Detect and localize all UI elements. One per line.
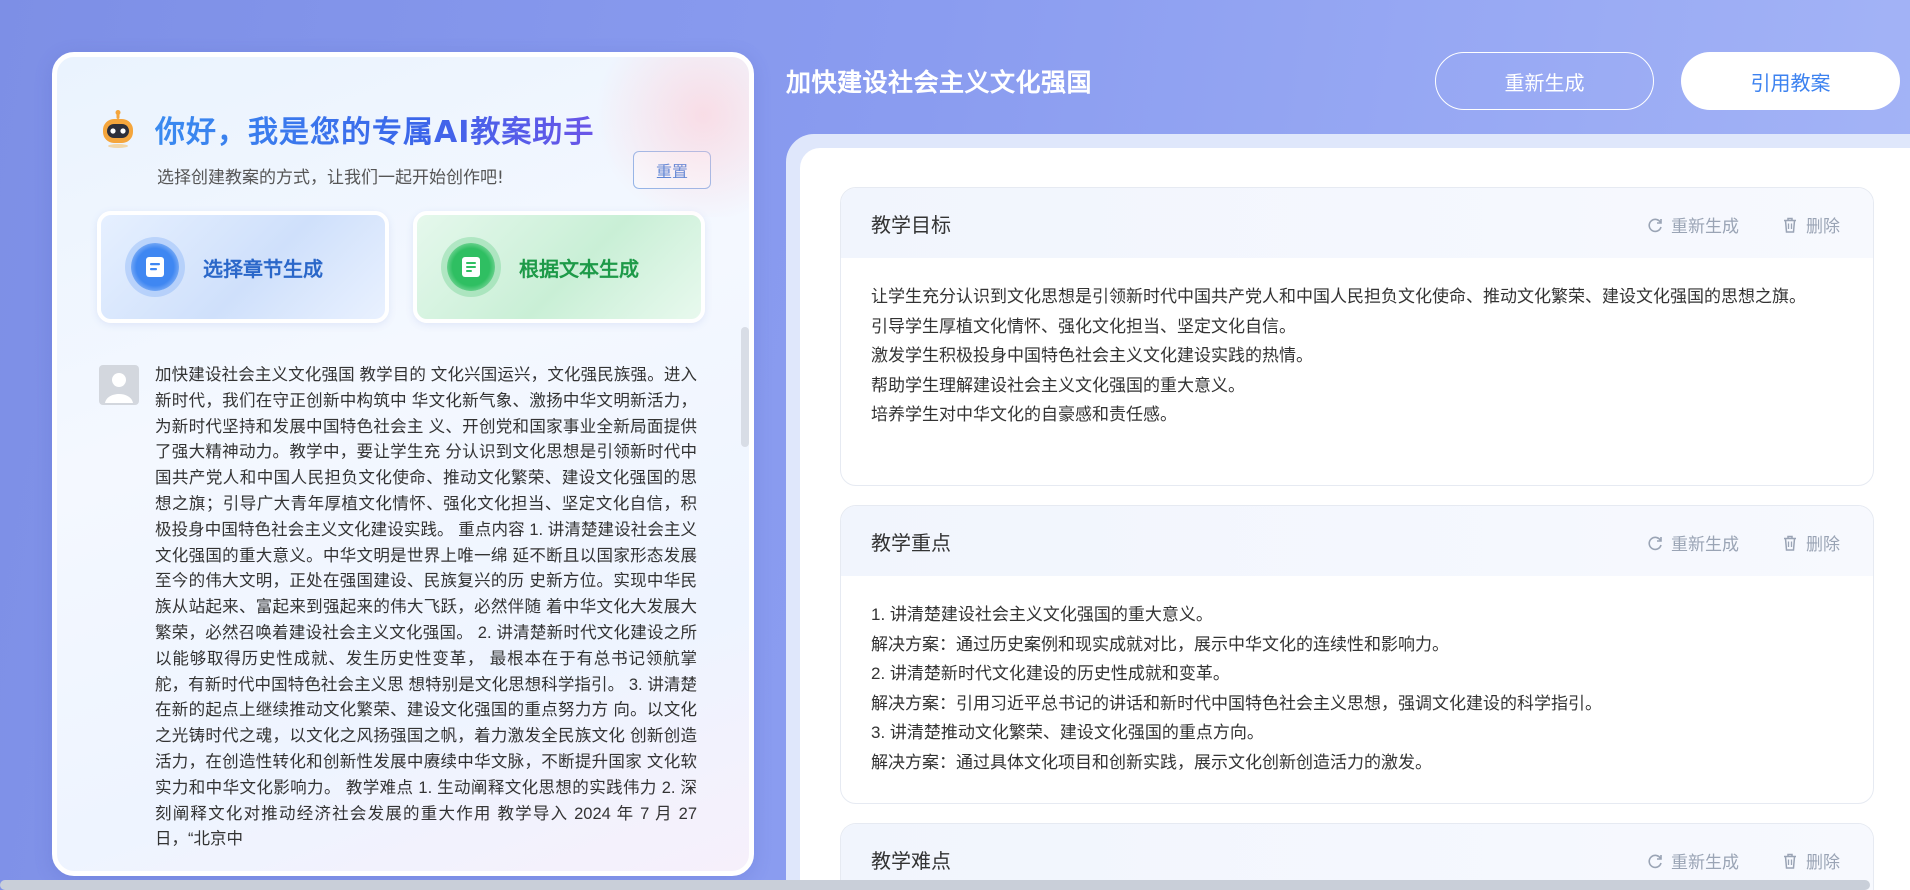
- section-line: 帮助学生理解建设社会主义文化强国的重大意义。: [871, 375, 1245, 395]
- trash-icon: [1784, 217, 1796, 233]
- section-delete-label: 删除: [1806, 217, 1840, 237]
- section-regenerate-label: 重新生成: [1671, 853, 1739, 873]
- section-line: 3. 讲清楚推动文化繁荣、建设文化强国的重点方向。: [871, 723, 1264, 742]
- document-title: 加快建设社会主义文化强国: [786, 68, 1093, 97]
- section-regenerate-label: 重新生成: [1671, 535, 1739, 555]
- section-line: 1. 讲清楚建设社会主义文化强国的重大意义。: [871, 605, 1213, 624]
- section-line: 激发学生积极投身中国特色社会主义文化建设实践的热情。: [871, 346, 1313, 365]
- section-line: 培养学生对中华文化的自豪感和责任感。: [871, 405, 1177, 424]
- refresh-icon: [1648, 218, 1662, 232]
- greeting-subtitle: 选择创建教案的方式，让我们一起开始创作吧!: [157, 168, 504, 188]
- section-body: 1. 讲清楚建设社会主义文化强国的重大意义。 解决方案：通过历史案例和现实成就对…: [841, 576, 1873, 787]
- text-generate-label: 根据文本生成: [519, 256, 639, 281]
- section-regenerate-button[interactable]: 重新生成: [1646, 848, 1739, 873]
- section-teaching-focus: 教学重点 重新生成 删除 1. 讲清楚建设社会主义文化强国的重大意义。 解决方案…: [840, 505, 1874, 804]
- section-body: 让学生充分认识到文化思想是引领新时代中国共产党人和中国人民担负文化使命、推动文化…: [841, 258, 1873, 440]
- section-line: 解决方案：通过具体文化项目和创新实践，展示文化创新创造活力的激发。: [871, 752, 1432, 772]
- horizontal-scrollbar[interactable]: [0, 880, 1870, 890]
- quote-lesson-plan-button[interactable]: 引用教案: [1681, 52, 1900, 110]
- chapter-generate-card[interactable]: 选择章节生成: [97, 211, 389, 323]
- section-regenerate-button[interactable]: 重新生成: [1646, 530, 1739, 555]
- left-scrollbar[interactable]: [741, 327, 749, 447]
- section-delete-button[interactable]: 删除: [1781, 530, 1840, 555]
- section-line: 解决方案：通过历史案例和现实成就对比，展示中华文化的连续性和影响力。: [871, 634, 1449, 654]
- section-title: 教学重点: [871, 530, 951, 555]
- reset-button[interactable]: 重置: [633, 151, 711, 189]
- section-regenerate-button[interactable]: 重新生成: [1646, 212, 1739, 237]
- section-header: 教学重点 重新生成 删除: [841, 506, 1873, 576]
- section-line: 引导学生厚植文化情怀、强化文化担当、坚定文化自信。: [871, 316, 1296, 336]
- document-icon: [131, 243, 179, 291]
- trash-icon: [1784, 535, 1796, 551]
- section-delete-button[interactable]: 删除: [1781, 212, 1840, 237]
- assistant-panel: 你好，我是您的专属AI教案助手 选择创建教案的方式，让我们一起开始创作吧! 重置…: [52, 52, 754, 876]
- section-header: 教学目标 重新生成 删除: [841, 188, 1873, 258]
- refresh-icon: [1648, 536, 1662, 550]
- section-line: 解决方案：引用习近平总书记的讲话和新时代中国特色社会主义思想，强调文化建设的科学…: [871, 693, 1602, 713]
- greeting-row: 你好，我是您的专属AI教案助手: [99, 107, 594, 151]
- robot-icon: [103, 110, 133, 148]
- section-delete-label: 删除: [1806, 535, 1840, 555]
- text-note-icon: [447, 243, 495, 291]
- section-teaching-goals: 教学目标 重新生成 删除 让学生充分认识到文化思想是引领新时代中国共产党人和中国…: [840, 187, 1874, 486]
- text-generate-card[interactable]: 根据文本生成: [413, 211, 705, 323]
- section-line: 2. 讲清楚新时代文化建设的历史性成就和变革。: [871, 664, 1230, 683]
- section-delete-label: 删除: [1806, 853, 1840, 873]
- refresh-icon: [1648, 854, 1662, 868]
- user-message: 加快建设社会主义文化强国 教学目的 文化兴国运兴，文化强民族强。进入新时代，我们…: [155, 366, 697, 849]
- chapter-generate-label: 选择章节生成: [203, 256, 323, 281]
- section-title: 教学目标: [871, 212, 951, 237]
- greeting-title: 你好，我是您的专属AI教案助手: [155, 107, 594, 151]
- section-regenerate-label: 重新生成: [1671, 217, 1739, 237]
- regenerate-button[interactable]: 重新生成: [1435, 52, 1654, 110]
- user-avatar-icon: [99, 365, 139, 405]
- section-title: 教学难点: [871, 848, 951, 873]
- section-delete-button[interactable]: 删除: [1781, 848, 1840, 873]
- trash-icon: [1784, 853, 1796, 869]
- section-line: 让学生充分认识到文化思想是引领新时代中国共产党人和中国人民担负文化使命、推动文化…: [871, 287, 1806, 306]
